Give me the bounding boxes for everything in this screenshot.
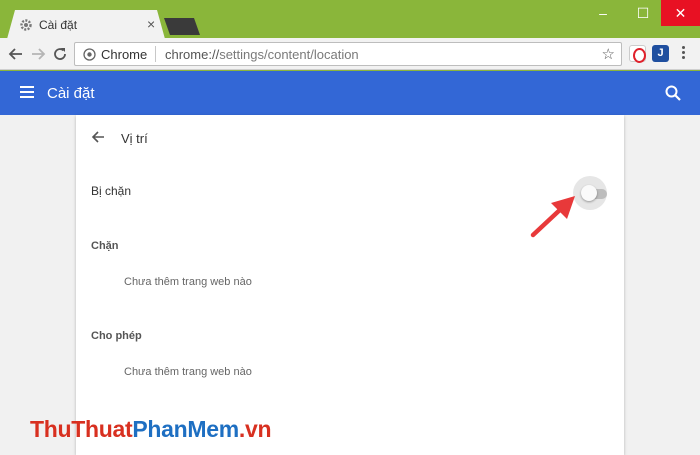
chrome-menu-icon[interactable] [682, 46, 686, 61]
location-toggle-label: Bị chặn [91, 184, 132, 198]
hamburger-menu-icon[interactable] [20, 86, 34, 101]
forward-button[interactable] [28, 44, 48, 64]
watermark-logo: ThuThuatPhanMem.vn [30, 416, 272, 442]
toggle-knob [581, 185, 597, 201]
j-extension-icon[interactable]: J [652, 45, 669, 62]
site-label: Chrome [101, 47, 148, 62]
url-path: settings/content/location [219, 47, 359, 62]
address-bar[interactable]: Chrome chrome://settings/content/locatio… [74, 42, 622, 66]
close-window-button[interactable]: ✕ [661, 0, 700, 26]
location-settings-card: Vị trí Bị chặn Chặn Chưa thêm trang web … [76, 115, 624, 455]
block-empty-text: Chưa thêm trang web nào [124, 276, 252, 288]
bookmark-star-icon[interactable]: ☆ [602, 45, 615, 63]
forward-arrow-icon [32, 48, 46, 60]
title-bar: Cài đặt × – ☐ ✕ [0, 0, 700, 39]
page-title: Cài đặt [47, 85, 95, 102]
new-tab-button[interactable] [164, 18, 200, 35]
allow-empty-text: Chưa thêm trang web nào [124, 366, 252, 378]
subpage-title: Vị trí [121, 131, 148, 146]
reload-button[interactable] [50, 44, 70, 64]
back-button[interactable] [6, 44, 26, 64]
reload-icon [54, 48, 66, 60]
url-host: chrome:// [165, 47, 220, 62]
gear-icon [20, 19, 32, 31]
minimize-button[interactable]: – [585, 0, 621, 26]
tab-close-icon[interactable]: × [147, 16, 155, 32]
opera-extension-icon[interactable] [629, 45, 646, 63]
browser-toolbar: Chrome chrome://settings/content/locatio… [0, 38, 700, 70]
annotation-arrow-icon [530, 196, 575, 238]
browser-tab[interactable]: Cài đặt × [7, 10, 165, 39]
url-text: chrome://settings/content/location [165, 47, 359, 62]
search-icon[interactable] [664, 84, 682, 102]
back-arrow-icon [8, 48, 22, 60]
omnibox-separator [155, 46, 156, 62]
maximize-button[interactable]: ☐ [625, 0, 661, 26]
settings-header: Cài đặt [0, 71, 700, 115]
chrome-page-icon [83, 48, 96, 61]
allow-section-header: Cho phép [91, 330, 142, 342]
block-section-header: Chặn [91, 240, 119, 252]
tab-title: Cài đặt [39, 18, 78, 32]
back-arrow-icon[interactable] [90, 129, 106, 145]
